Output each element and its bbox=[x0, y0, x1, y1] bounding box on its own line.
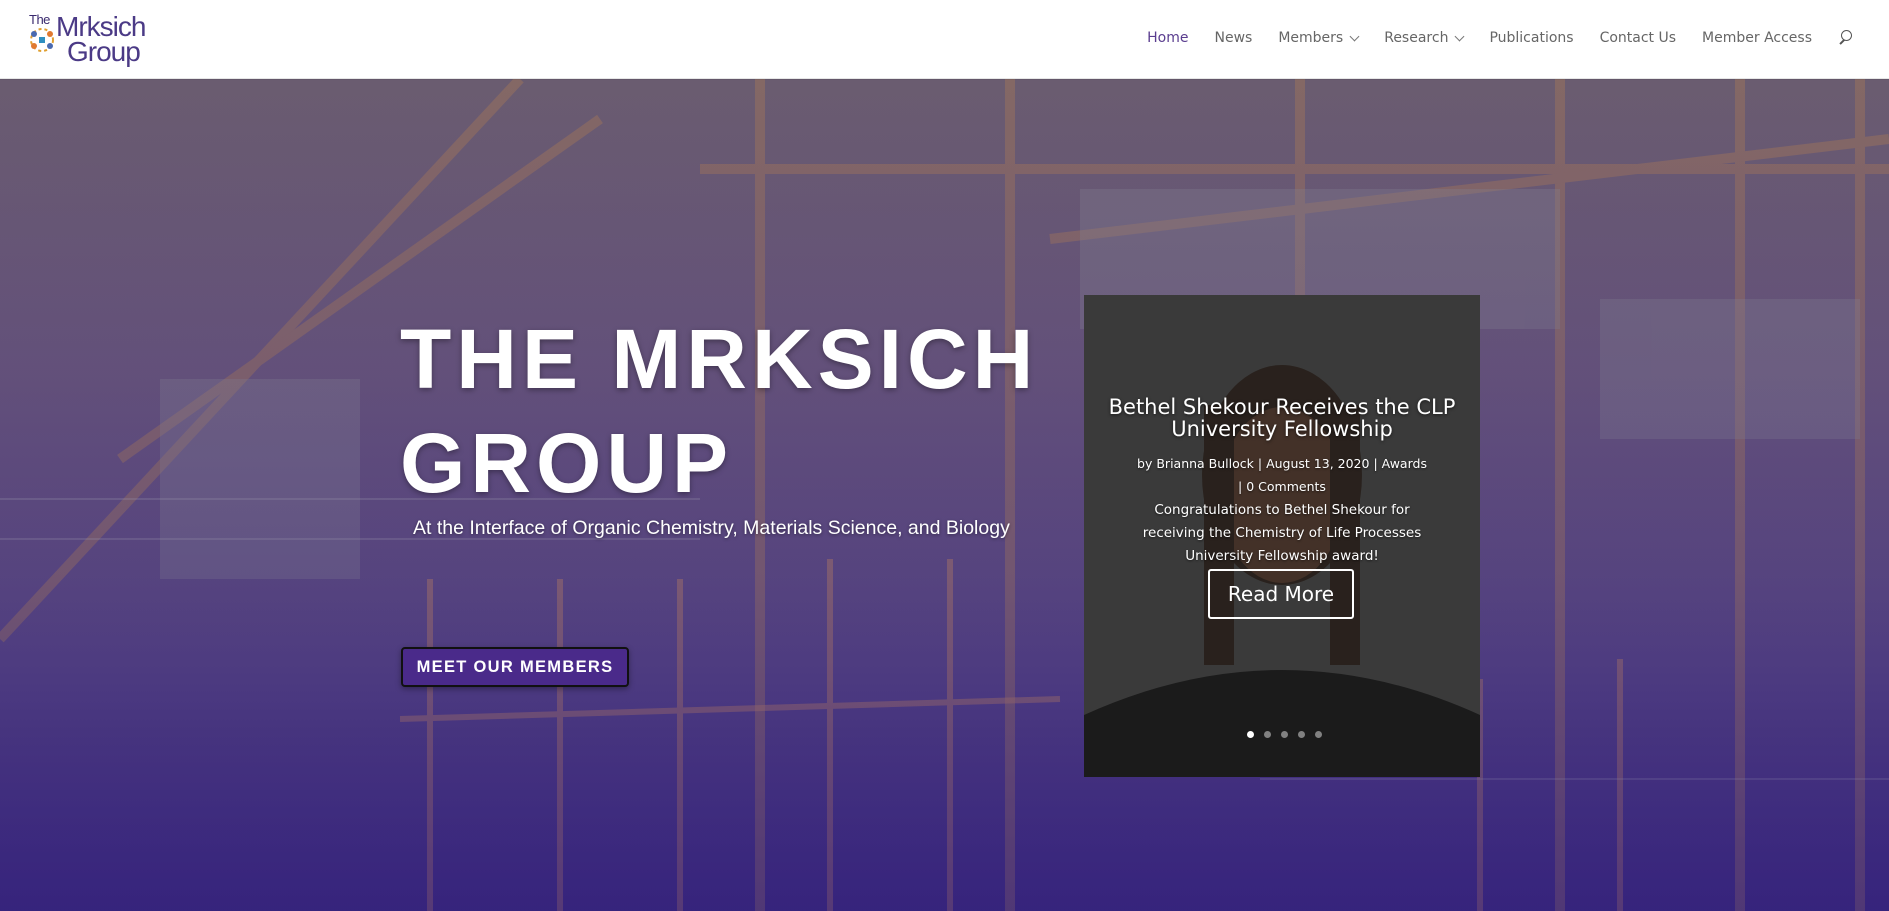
meta-separator: | bbox=[1238, 479, 1243, 494]
slider-dot-4[interactable] bbox=[1298, 731, 1305, 738]
chevron-down-icon bbox=[1454, 31, 1465, 41]
meta-separator: | bbox=[1373, 456, 1378, 471]
news-slider: Bethel Shekour Receives the CLP Universi… bbox=[1084, 295, 1480, 777]
hero-section: THE MRKSICH GROUP At the Interface of Or… bbox=[0, 79, 1889, 911]
slide-title[interactable]: Bethel Shekour Receives the CLP Universi… bbox=[1104, 396, 1460, 440]
site-logo[interactable]: The Mrksich Group bbox=[27, 12, 157, 66]
meta-category[interactable]: Awards bbox=[1382, 456, 1427, 471]
hero-subtitle: At the Interface of Organic Chemistry, M… bbox=[413, 517, 1010, 539]
hero-title-line-1: THE MRKSICH bbox=[400, 312, 1039, 406]
main-nav: Home News Members Research Publications … bbox=[1121, 29, 1854, 47]
slide-meta: by Brianna Bullock | August 13, 2020 | A… bbox=[1120, 452, 1444, 498]
site-header: The Mrksich Group Home News Members Rese… bbox=[0, 0, 1889, 79]
logo-prefix: The bbox=[29, 12, 50, 27]
slider-pagination bbox=[1247, 731, 1322, 738]
nav-item-label: Publications bbox=[1489, 30, 1574, 46]
meet-our-members-button[interactable]: MEET OUR MEMBERS bbox=[401, 647, 629, 687]
slider-dot-1[interactable] bbox=[1247, 731, 1254, 738]
nav-item-label: Members bbox=[1278, 30, 1344, 46]
nav-item-label: News bbox=[1214, 30, 1253, 46]
meta-comments[interactable]: 0 Comments bbox=[1246, 479, 1326, 494]
nav-item-research[interactable]: Research bbox=[1384, 30, 1465, 46]
nav-item-news[interactable]: News bbox=[1214, 30, 1252, 46]
slider-dot-5[interactable] bbox=[1315, 731, 1322, 738]
search-icon[interactable] bbox=[1838, 29, 1854, 47]
meta-separator: | bbox=[1257, 456, 1263, 471]
meta-by: by bbox=[1137, 456, 1153, 471]
logo-molecule-icon bbox=[30, 28, 54, 52]
read-more-button[interactable]: Read More bbox=[1208, 569, 1354, 619]
nav-item-label: Contact Us bbox=[1599, 30, 1677, 46]
chevron-down-icon bbox=[1349, 31, 1360, 41]
slider-dot-3[interactable] bbox=[1281, 731, 1288, 738]
nav-item-member-access[interactable]: Member Access bbox=[1702, 30, 1812, 46]
nav-item-contact-us[interactable]: Contact Us bbox=[1600, 30, 1676, 46]
meta-date: August 13, 2020 bbox=[1266, 456, 1370, 471]
logo-suffix: Group bbox=[67, 36, 141, 67]
nav-item-label: Member Access bbox=[1702, 30, 1812, 46]
meta-author[interactable]: Brianna Bullock bbox=[1156, 456, 1254, 471]
slider-dot-2[interactable] bbox=[1264, 731, 1271, 738]
nav-item-home[interactable]: Home bbox=[1147, 30, 1188, 46]
nav-item-label: Home bbox=[1147, 30, 1189, 46]
slide-excerpt: Congratulations to Bethel Shekour for re… bbox=[1142, 502, 1422, 564]
nav-item-members[interactable]: Members bbox=[1278, 30, 1360, 46]
nav-item-publications[interactable]: Publications bbox=[1489, 30, 1573, 46]
hero-title-line-2: GROUP bbox=[400, 416, 734, 510]
nav-item-label: Research bbox=[1384, 30, 1449, 46]
hero-title: THE MRKSICH GROUP bbox=[400, 307, 1060, 515]
